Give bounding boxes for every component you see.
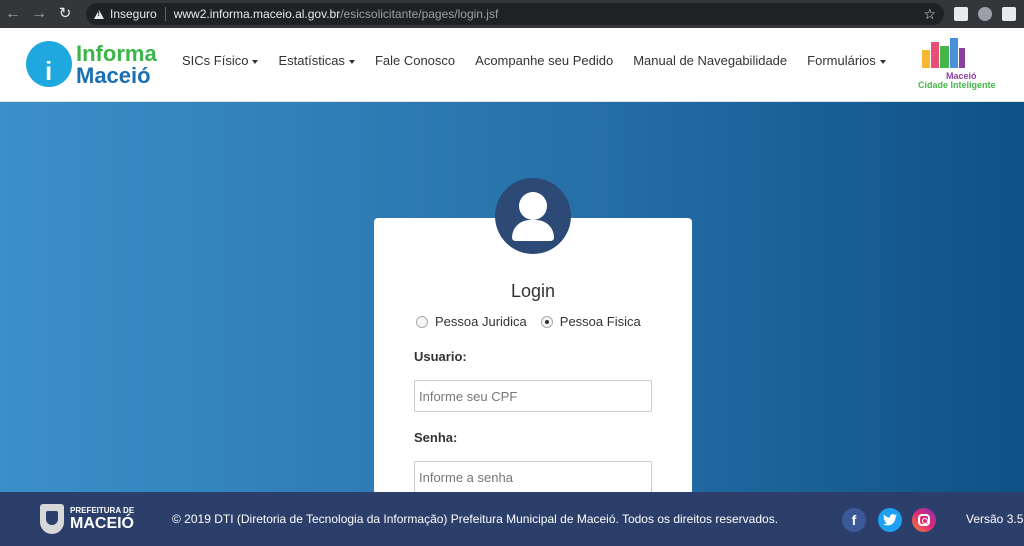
login-title: Login [510, 281, 556, 301]
menu-estatisticas[interactable]: Estatísticas [278, 53, 355, 68]
twitter-bird-glyph [883, 514, 897, 526]
copyright-text: © 2019 DTI (Diretoria de Tecnologia da I… [172, 512, 779, 526]
usuario-label: Usuario: [414, 349, 467, 364]
menu-formularios-label: Formulários [807, 53, 876, 68]
caret-down-icon [348, 59, 355, 64]
warning-icon [94, 9, 104, 19]
radio-pessoa-fisica-label[interactable]: Pessoa Fisica [560, 314, 641, 329]
instagram-glyph [918, 514, 930, 526]
main-area: Login Pessoa Juridica Pessoa Fisica Usua… [0, 102, 1024, 492]
reload-icon[interactable]: ↻ [52, 0, 78, 28]
version-text: Versão 3.5 [966, 512, 1024, 526]
main-menu: SICs Físico Estatísticas Fale Conosco Ac… [182, 53, 906, 68]
site-header: i Informa Maceió SICs Físico Estatística… [0, 28, 1024, 102]
menu-fale-conosco[interactable]: Fale Conosco [375, 53, 455, 68]
url-text: www2.informa.maceio.al.gov.br/esicsolici… [174, 7, 499, 21]
prefeitura-line2: MACEIÓ [70, 515, 134, 532]
extension-icon[interactable] [954, 7, 968, 21]
caret-down-icon [252, 59, 259, 64]
caret-down-icon [879, 59, 886, 64]
url-host: www2.informa.maceio.al.gov.br [173, 7, 341, 21]
forward-arrow-icon[interactable]: → [26, 0, 52, 28]
avatar-body [512, 220, 554, 241]
usuario-input[interactable] [414, 380, 652, 412]
insecure-label: Inseguro [110, 7, 157, 21]
instagram-icon[interactable] [912, 508, 936, 532]
globe-icon[interactable] [978, 7, 992, 21]
twitter-icon[interactable] [878, 508, 902, 532]
person-type-radio-group: Pessoa Juridica Pessoa Fisica [416, 314, 655, 329]
menu-formularios[interactable]: Formulários [807, 53, 886, 68]
puzzle-icon[interactable] [1002, 7, 1016, 21]
menu-manual-navegabilidade[interactable]: Manual de Navegabilidade [633, 53, 787, 68]
login-card: Login Pessoa Juridica Pessoa Fisica Usua… [374, 218, 692, 492]
radio-pessoa-juridica-label[interactable]: Pessoa Juridica [435, 314, 527, 329]
site-footer: PREFEITURA DE MACEIÓ © 2019 DTI (Diretor… [0, 492, 1024, 546]
info-icon: i [26, 41, 72, 87]
menu-sics-label: SICs Físico [182, 53, 249, 68]
menu-sics-fisico[interactable]: SICs Físico [182, 53, 259, 68]
menu-estatisticas-label: Estatísticas [278, 53, 345, 68]
crest-icon [40, 504, 64, 534]
prefeitura-line1: PREFEITURA DE [70, 506, 135, 515]
informa-maceio-logo[interactable]: i Informa Maceió [26, 38, 157, 94]
senha-label: Senha: [414, 430, 458, 445]
avatar-head [519, 192, 547, 220]
url-path: /esicsolicitante/pages/login.jsf [340, 7, 499, 21]
senha-input[interactable] [414, 461, 652, 492]
back-arrow-icon[interactable]: ← [0, 0, 26, 28]
radio-pessoa-fisica[interactable] [540, 315, 553, 328]
city-skyline-icon [922, 38, 965, 68]
city-logo-line2: Cidade Inteligente [918, 80, 996, 90]
cidade-inteligente-logo: Maceió Cidade Inteligente [918, 36, 1000, 92]
address-bar[interactable]: Inseguro www2.informa.maceio.al.gov.br/e… [86, 3, 944, 25]
radio-pessoa-juridica[interactable] [416, 315, 428, 328]
prefeitura-logo: PREFEITURA DE MACEIÓ [40, 504, 140, 534]
logo-line2: Maceió [76, 63, 151, 88]
user-avatar-icon [495, 178, 571, 254]
info-i-glyph: i [45, 56, 53, 86]
menu-acompanhe-pedido[interactable]: Acompanhe seu Pedido [475, 53, 613, 68]
browser-toolbar: ← → ↻ Inseguro www2.informa.maceio.al.go… [0, 0, 1024, 28]
omnibox-separator [164, 7, 166, 21]
facebook-icon[interactable]: f [842, 508, 866, 532]
bookmark-star-icon[interactable]: ☆ [923, 6, 936, 23]
